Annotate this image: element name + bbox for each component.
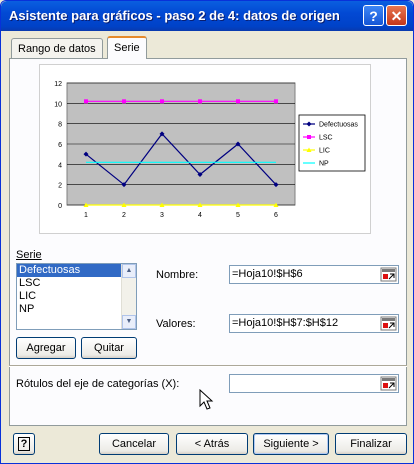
collapse-dialog-icon[interactable] — [380, 376, 397, 391]
y-tick-label: 12 — [54, 81, 62, 88]
x-tick-label: 5 — [236, 212, 240, 219]
legend-marker — [307, 135, 311, 139]
legend-label: Defectuosas — [319, 122, 358, 129]
help-question-icon: ? — [17, 437, 31, 451]
series-list-item[interactable]: NP — [17, 303, 136, 316]
y-tick-label: 6 — [58, 142, 62, 149]
nombre-field[interactable]: =Hoja10!$H$6 — [229, 265, 399, 284]
chart-svg: 0246810121 2 3 4 5 6DefectuosasLSCLICNP — [54, 81, 366, 219]
next-button[interactable]: Siguiente > — [253, 433, 329, 455]
finish-button[interactable]: Finalizar — [335, 433, 407, 455]
nombre-label: Nombre: — [156, 269, 199, 281]
data-point — [160, 99, 164, 104]
remove-series-button[interactable]: Quitar — [81, 337, 137, 359]
window-title: Asistente para gráficos - paso 2 de 4: d… — [9, 8, 340, 23]
nombre-value: =Hoja10!$H$6 — [232, 268, 303, 280]
y-tick-label: 8 — [58, 122, 62, 129]
x-tick-label: 6 — [274, 212, 278, 219]
data-point — [198, 99, 202, 104]
valores-value: =Hoja10!$H$7:$H$12 — [232, 317, 339, 329]
cancel-button[interactable]: Cancelar — [99, 433, 169, 455]
tab-serie[interactable]: Serie — [107, 36, 147, 59]
data-point — [84, 99, 88, 104]
series-list-items: Defectuosas LSC LIC NP — [17, 264, 136, 316]
scroll-down-icon[interactable]: ▼ — [122, 315, 136, 329]
data-point — [236, 99, 240, 104]
separator — [9, 365, 407, 367]
add-series-button[interactable]: Agregar — [16, 337, 76, 359]
legend-label: LIC — [319, 148, 330, 155]
help-button[interactable]: ? — [13, 433, 35, 455]
x-tick-label: 1 — [84, 212, 88, 219]
data-point — [122, 99, 126, 104]
series-listbox[interactable]: Defectuosas LSC LIC NP ▲ ▼ — [16, 263, 137, 330]
rotulos-field[interactable] — [229, 374, 399, 393]
close-button[interactable]: ✕ — [386, 5, 407, 26]
title-bar[interactable]: Asistente para gráficos - paso 2 de 4: d… — [1, 1, 413, 31]
y-tick-label: 4 — [58, 162, 62, 169]
dialog-window: Asistente para gráficos - paso 2 de 4: d… — [0, 0, 414, 464]
chart-preview: 0 2 4 6 8 10 12 1 2 3 4 5 6 Defectuosas LSC LIC NP — [39, 64, 371, 234]
back-button[interactable]: < Atrás — [176, 433, 248, 455]
y-tick-label: 10 — [54, 101, 62, 108]
valores-label: Valores: — [156, 318, 196, 330]
series-list-item[interactable]: LSC — [17, 277, 136, 290]
y-tick-label: 2 — [58, 183, 62, 190]
collapse-dialog-icon[interactable] — [380, 267, 397, 282]
x-tick-label: 4 — [198, 212, 202, 219]
data-point — [274, 99, 278, 104]
serie-group-label-text: Serie — [16, 249, 42, 261]
legend-label: NP — [319, 161, 329, 168]
series-list-item[interactable]: Defectuosas — [17, 264, 136, 277]
legend-label: LSC — [319, 135, 333, 142]
rotulos-label: Rótulos del eje de categorías (X): — [16, 378, 180, 390]
series-list-scrollbar[interactable]: ▲ ▼ — [121, 264, 136, 329]
series-list-item[interactable]: LIC — [17, 290, 136, 303]
y-tick-label: 0 — [58, 203, 62, 210]
x-tick-label: 2 — [122, 212, 126, 219]
mouse-cursor-icon — [199, 389, 214, 410]
x-tick-label: 3 — [160, 212, 164, 219]
tab-rango-de-datos[interactable]: Rango de datos — [11, 38, 103, 58]
valores-field[interactable]: =Hoja10!$H$7:$H$12 — [229, 314, 399, 333]
scroll-up-icon[interactable]: ▲ — [122, 264, 136, 278]
collapse-dialog-icon[interactable] — [380, 316, 397, 331]
help-title-button[interactable]: ? — [363, 5, 384, 26]
serie-group-label: Serie — [16, 249, 42, 261]
